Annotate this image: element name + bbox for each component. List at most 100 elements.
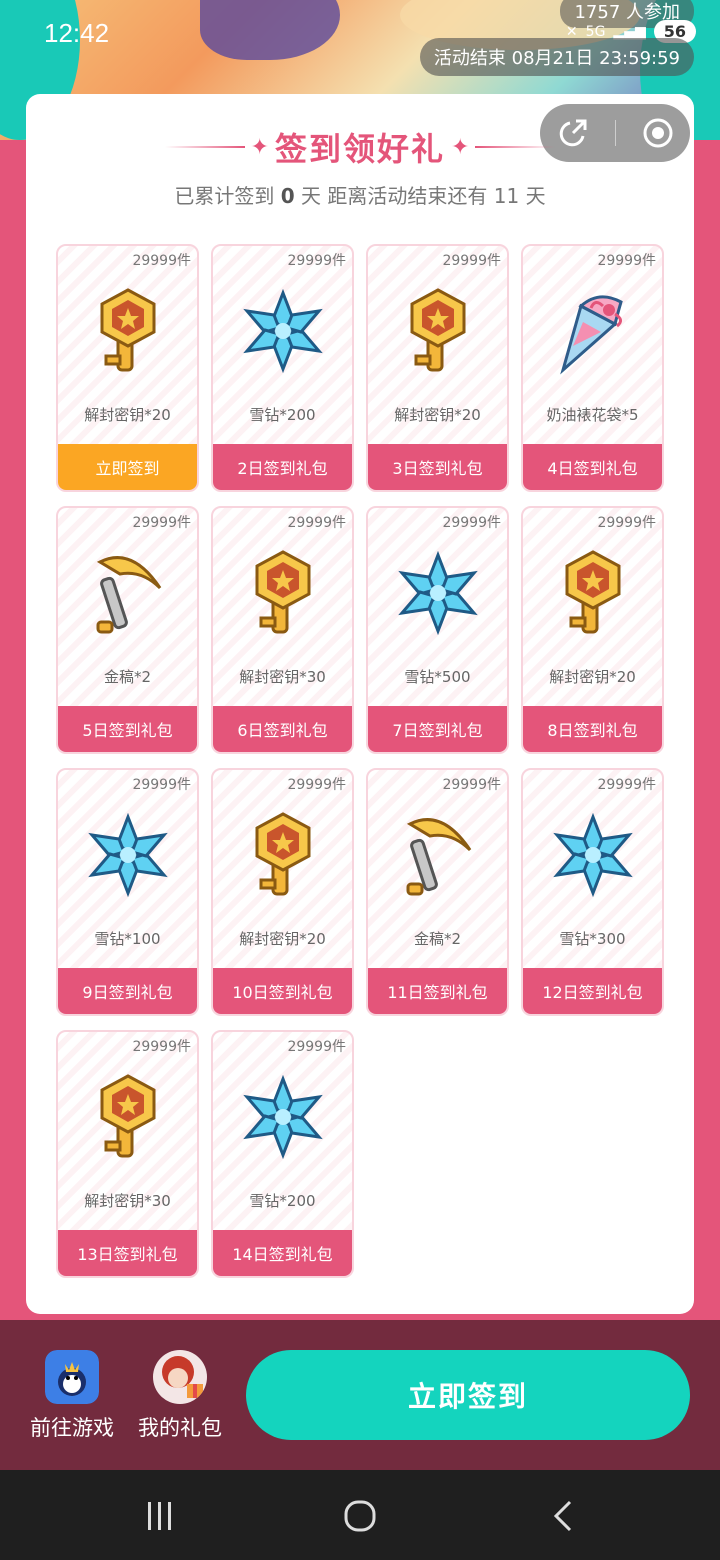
day-gift-button[interactable]: 3日签到礼包 [368,444,507,490]
reward-card: 29999件 解封密钥*30 6日签到礼包 [211,506,354,754]
reward-card: 29999件 雪钻*300 12日签到礼包 [521,768,664,1016]
reward-card: 29999件 金稿*2 5日签到礼包 [56,506,199,754]
day-gift-button[interactable]: 5日签到礼包 [58,706,197,752]
reward-grid: 29999件 解封密钥*20 立即签到 29999件 雪钻*200 2日签到礼包 [56,244,666,1278]
day-gift-button[interactable]: 13日签到礼包 [58,1230,197,1276]
banner-character-art [200,0,340,60]
reward-name: 奶油裱花袋*5 [546,406,639,424]
progress-suffix: 天 距离活动结束还有 11 天 [301,184,546,208]
signin-count: 0 [280,184,295,208]
reward-name: 雪钻*200 [249,406,316,424]
day-gift-button[interactable]: 8日签到礼包 [523,706,662,752]
reward-name: 解封密钥*30 [84,1192,171,1210]
sign-in-now-button[interactable]: 立即签到 [58,444,197,490]
key-icon [213,548,352,638]
stock-count: 29999件 [132,777,191,793]
system-nav-bar [0,1470,720,1560]
stock-count: 29999件 [597,253,656,269]
recent-apps-icon [148,1502,171,1530]
snow-diamond-icon [368,548,507,638]
bottom-bar: 前往游戏 我的礼包 立即签到 [0,1320,720,1470]
reward-name: 解封密钥*20 [549,668,636,686]
recent-apps-button[interactable] [140,1496,180,1536]
day-gift-button[interactable]: 2日签到礼包 [213,444,352,490]
title-divider [164,146,245,148]
reward-name: 雪钻*200 [249,1192,316,1210]
home-icon [344,1500,376,1532]
sparkle-icon: ✦ [451,134,470,160]
sparkle-icon: ✦ [250,134,269,160]
key-icon [58,286,197,376]
reward-name: 解封密钥*20 [394,406,481,424]
stock-count: 29999件 [132,253,191,269]
sign-in-button[interactable]: 立即签到 [246,1350,690,1440]
key-icon [368,286,507,376]
activity-end-time: 活动结束 08月21日 23:59:59 [419,38,694,76]
home-button[interactable] [340,1496,380,1536]
stock-count: 29999件 [287,515,346,531]
progress-prefix: 已累计签到 [174,184,275,208]
status-time: 12:42 [44,18,110,48]
day-gift-button[interactable]: 6日签到礼包 [213,706,352,752]
stock-count: 29999件 [442,777,501,793]
section-title: ✦ 签到领好礼 ✦ [26,124,694,170]
title-divider [475,146,556,148]
key-icon [213,810,352,900]
reward-name: 解封密钥*20 [239,930,326,948]
stock-count: 29999件 [287,777,346,793]
snow-diamond-icon [523,810,662,900]
pickaxe-icon [58,548,197,638]
day-gift-button[interactable]: 9日签到礼包 [58,968,197,1014]
reward-name: 金稿*2 [413,930,462,948]
reward-card: 29999件 解封密钥*20 10日签到礼包 [211,768,354,1016]
reward-card: 29999件 解封密钥*20 3日签到礼包 [366,244,509,492]
stock-count: 29999件 [597,515,656,531]
back-icon [553,1500,572,1532]
reward-card: 29999件 解封密钥*20 8日签到礼包 [521,506,664,754]
reward-name: 金稿*2 [103,668,152,686]
page-title: 签到领好礼 [274,130,445,168]
reward-card: 29999件 雪钻*500 7日签到礼包 [366,506,509,754]
pickaxe-icon [368,810,507,900]
go-game-label: 前往游戏 [30,1416,114,1440]
reward-card: 29999件 金稿*2 11日签到礼包 [366,768,509,1016]
snow-diamond-icon [213,1072,352,1162]
key-icon [523,548,662,638]
reward-card: 29999件 奶油裱花袋*5 4日签到礼包 [521,244,664,492]
reward-name: 解封密钥*20 [84,406,171,424]
stock-count: 29999件 [287,253,346,269]
reward-card: 29999件 解封密钥*30 13日签到礼包 [56,1030,199,1278]
day-gift-button[interactable]: 10日签到礼包 [213,968,352,1014]
stock-count: 29999件 [442,253,501,269]
gift-avatar-icon [153,1350,207,1404]
reward-name: 雪钻*100 [94,930,161,948]
signin-card: ✦ 签到领好礼 ✦ 已累计签到 0 天 距离活动结束还有 11 天 29999件… [26,94,694,1314]
reward-name: 雪钻*500 [404,668,471,686]
piping-bag-icon [523,286,662,376]
reward-name: 雪钻*300 [559,930,626,948]
signin-progress: 已累计签到 0 天 距离活动结束还有 11 天 [26,180,694,209]
go-game-button[interactable]: 前往游戏 [22,1350,122,1442]
game-app-icon [45,1350,99,1404]
snow-diamond-icon [213,286,352,376]
stock-count: 29999件 [132,515,191,531]
stock-count: 29999件 [597,777,656,793]
stock-count: 29999件 [287,1039,346,1055]
key-icon [58,1072,197,1162]
reward-card: 29999件 解封密钥*20 立即签到 [56,244,199,492]
day-gift-button[interactable]: 11日签到礼包 [368,968,507,1014]
stock-count: 29999件 [442,515,501,531]
day-gift-button[interactable]: 4日签到礼包 [523,444,662,490]
reward-card: 29999件 雪钻*200 2日签到礼包 [211,244,354,492]
back-button[interactable] [544,1496,584,1536]
snow-diamond-icon [58,810,197,900]
reward-name: 解封密钥*30 [239,668,326,686]
reward-card: 29999件 雪钻*100 9日签到礼包 [56,768,199,1016]
day-gift-button[interactable]: 7日签到礼包 [368,706,507,752]
day-gift-button[interactable]: 14日签到礼包 [213,1230,352,1276]
my-gifts-label: 我的礼包 [138,1416,222,1440]
my-gifts-button[interactable]: 我的礼包 [130,1350,230,1442]
reward-card: 29999件 雪钻*200 14日签到礼包 [211,1030,354,1278]
day-gift-button[interactable]: 12日签到礼包 [523,968,662,1014]
stock-count: 29999件 [132,1039,191,1055]
